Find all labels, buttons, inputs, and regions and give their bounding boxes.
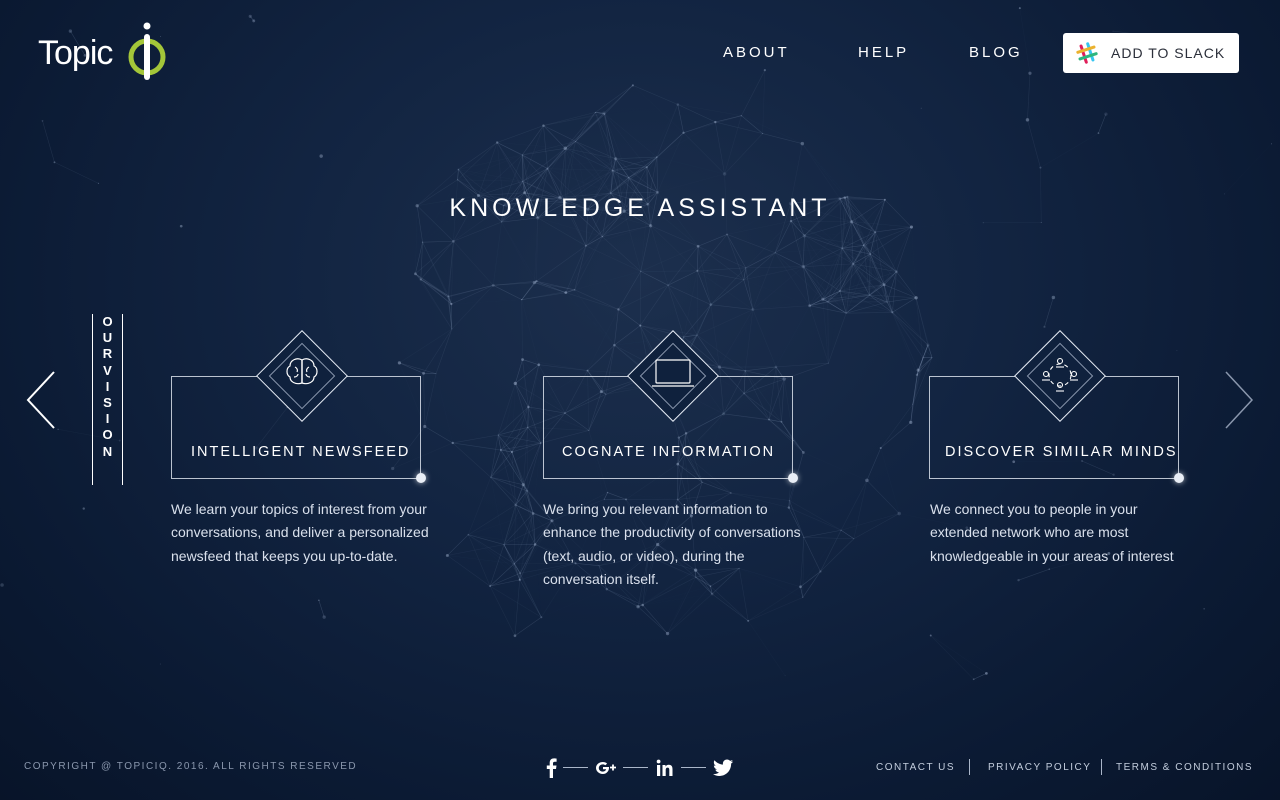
feature-dot [1174, 473, 1184, 483]
vision-letter: U [102, 330, 113, 346]
copyright-text: COPYRIGHT @ TOPICIQ. 2016. ALL RIGHTS RE… [24, 761, 358, 772]
feature-diamond [627, 330, 719, 422]
vision-letter: I [105, 411, 110, 427]
vision-letter: I [105, 378, 110, 394]
facebook-icon[interactable] [545, 758, 557, 778]
feature-dot [416, 473, 426, 483]
feature-title: COGNATE INFORMATION [562, 444, 776, 460]
social-divider [681, 767, 706, 768]
prev-arrow-icon[interactable] [24, 370, 60, 430]
feature-title: DISCOVER SIMILAR MINDS [945, 444, 1178, 460]
footer-divider [1101, 759, 1102, 775]
social-divider [563, 767, 588, 768]
vision-letter: R [102, 346, 113, 362]
social-divider [623, 767, 648, 768]
feature-title: INTELLIGENT NEWSFEED [191, 444, 411, 460]
add-to-slack-button[interactable]: ADD TO SLACK [1063, 33, 1239, 73]
feature-description: We learn your topics of interest from yo… [171, 501, 429, 564]
vision-letter: S [103, 395, 112, 411]
feature-description: We bring you relevant information to enh… [543, 501, 801, 587]
linkedin-icon[interactable] [656, 758, 674, 778]
nav-blog[interactable]: BLOG [969, 44, 1023, 61]
add-to-slack-label: ADD TO SLACK [1111, 45, 1226, 61]
feature-diamond [256, 330, 348, 422]
footer-contact-us[interactable]: CONTACT US [876, 762, 955, 773]
hero-title: KNOWLEDGE ASSISTANT [449, 194, 831, 222]
footer-privacy-policy[interactable]: PRIVACY POLICY [988, 762, 1091, 773]
footer-divider [969, 759, 970, 775]
feature-description: We connect you to people in your extende… [930, 501, 1174, 564]
vision-letter: N [102, 443, 113, 459]
feature-dot [788, 473, 798, 483]
vision-letter: O [102, 314, 113, 329]
topiciq-logo[interactable]: Topic [38, 22, 168, 82]
vision-letter: V [103, 362, 112, 378]
vision-letter: O [102, 427, 113, 443]
our-vision-label: O U R V I S I O N [92, 314, 123, 485]
nav-help[interactable]: HELP [858, 44, 909, 61]
google-plus-icon[interactable] [594, 758, 618, 778]
twitter-icon[interactable] [713, 758, 734, 778]
slack-icon [1076, 42, 1098, 64]
logo-iq-icon [128, 22, 166, 80]
feature-diamond [1014, 330, 1106, 422]
footer-terms-conditions[interactable]: TERMS & CONDITIONS [1116, 762, 1253, 773]
logo-text: Topic [38, 34, 113, 72]
nav-about[interactable]: ABOUT [723, 44, 790, 61]
next-arrow-icon[interactable] [1222, 370, 1258, 430]
